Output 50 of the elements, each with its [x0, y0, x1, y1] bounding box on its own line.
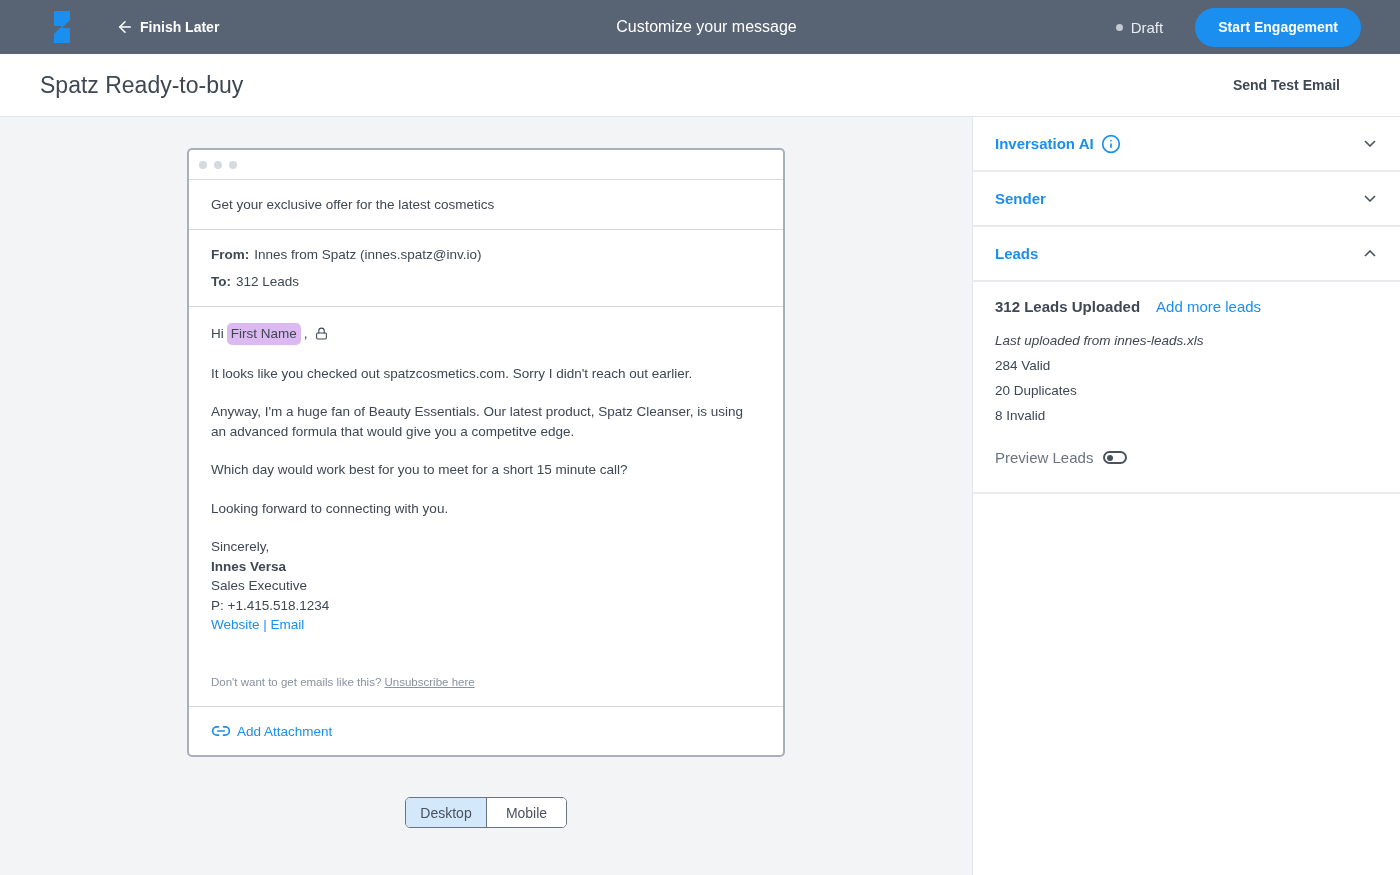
page-title: Spatz Ready-to-buy — [40, 71, 244, 99]
status-dot — [1115, 23, 1123, 31]
upload-source: Last uploaded from innes-leads.xls — [995, 333, 1205, 348]
start-engagement-button[interactable]: Start Engagement — [1195, 7, 1361, 47]
send-test-email-button[interactable]: Send Test Email — [1226, 76, 1346, 94]
preview-toggle[interactable] — [1103, 451, 1128, 464]
chevron-up-icon — [1364, 250, 1376, 257]
greeting-comma: , — [303, 325, 308, 343]
lead-stat: 20 Duplicates — [995, 383, 1078, 398]
to-label: To: — [211, 274, 231, 289]
view-toggle-tab[interactable]: Mobile — [486, 798, 566, 827]
email-subject: Get your exclusive offer for the latest cosmetics — [211, 196, 496, 214]
from-value: Innes from Spatz (innes.spatz@inv.io) — [254, 247, 482, 262]
chevron-down-icon — [1364, 195, 1376, 202]
signature-link[interactable]: Email — [270, 617, 305, 632]
window-dot — [199, 160, 207, 169]
window-dot — [229, 160, 237, 169]
email-paragraph: Which day would work best for you to meet for a short 15 minute call? — [211, 461, 629, 479]
view-toggle-tab[interactable]: Desktop — [406, 798, 486, 827]
window-dot — [214, 160, 222, 169]
top-bar-title: Customize your message — [616, 18, 797, 36]
from-label: From: — [211, 247, 250, 262]
email-paragraph: Anyway, I'm a huge fan of Beauty Essentials. Our latest product, Spatz Cleanser, is using an advanced formula that would give you a competitve edge. — [211, 403, 745, 441]
finish-later-link[interactable]: Finish Later — [116, 18, 220, 36]
lead-stat: 8 Invalid — [995, 408, 1047, 423]
accordion-header[interactable]: Sender — [973, 172, 1400, 225]
add-more-leads-link[interactable]: Add more leads — [1156, 298, 1262, 315]
merge-field-tag[interactable]: First Name — [226, 323, 301, 345]
email-paragraph: Looking forward to connecting with you. — [211, 499, 450, 518]
to-value: 312 Leads — [236, 274, 300, 289]
closing-text: Sincerely, — [211, 538, 271, 556]
preview-leads-label: Preview Leads — [995, 449, 1094, 466]
add-attachment-link[interactable]: Add Attachment — [189, 707, 783, 755]
draft-status: Draft — [1130, 18, 1164, 36]
leads-count: 312 Leads Uploaded — [995, 298, 1141, 315]
signer-phone: P: +1.415.518.1234 — [211, 596, 331, 615]
footer-text: Don't want to get emails like this? — [211, 675, 382, 688]
signer-name: Innes Versa — [211, 557, 288, 576]
accordion-header[interactable]: Leads — [973, 227, 1400, 280]
logo-icon — [52, 11, 72, 43]
signature-link[interactable]: Website — [211, 617, 260, 632]
accordion-header[interactable]: Inversation AI — [973, 117, 1400, 170]
signer-role: Sales Executive — [211, 577, 309, 595]
unsubscribe-link[interactable]: Unsubscribe here — [384, 675, 475, 688]
link-separator: | — [262, 617, 268, 632]
greeting-text: Hi — [211, 325, 224, 343]
chevron-down-icon — [1364, 140, 1376, 147]
lock-icon — [314, 327, 328, 341]
lead-stat: 284 Valid — [995, 358, 1052, 373]
email-paragraph: It looks like you checked out spatzcosmetics.com. Sorry I didn't reach out earlier. — [211, 364, 694, 383]
